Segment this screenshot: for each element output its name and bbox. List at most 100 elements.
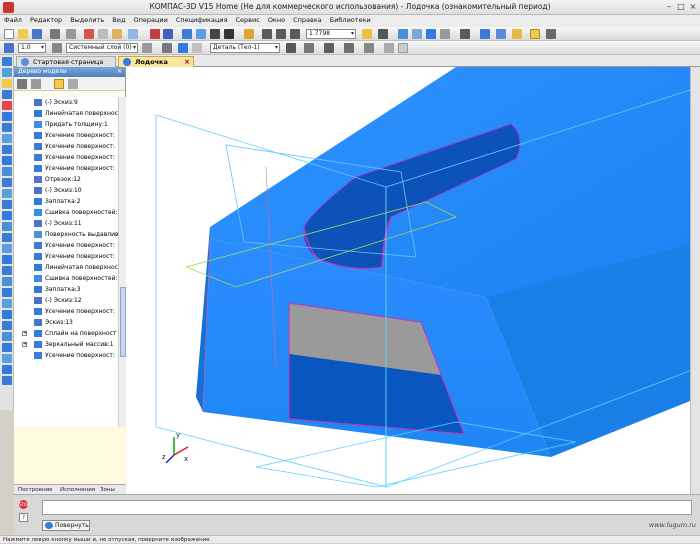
body-icon[interactable] (178, 43, 188, 53)
tree-item[interactable]: Усечение поверхност: (14, 306, 118, 317)
zoom-window-icon[interactable] (262, 29, 272, 39)
coordinate-system-icon[interactable] (4, 43, 14, 53)
model-viewport[interactable]: z y x (126, 67, 700, 494)
save-icon[interactable] (32, 29, 42, 39)
tree-item[interactable]: Линейчатая поверхност (14, 108, 118, 119)
menu-view[interactable]: Вид (108, 15, 129, 24)
cut-icon[interactable] (84, 29, 94, 39)
dimensions-icon[interactable] (2, 134, 12, 143)
chamfer-icon[interactable] (2, 365, 12, 374)
grid-icon[interactable] (398, 43, 408, 53)
tree-item[interactable]: + Зеркальный массив:1 (14, 339, 118, 350)
tree-item[interactable]: (-) Эскиз:11 (14, 218, 118, 229)
tree-order-icon[interactable] (54, 79, 64, 89)
variables-icon[interactable] (196, 29, 206, 39)
snap-icon[interactable] (496, 29, 506, 39)
part-color-icon[interactable] (192, 43, 202, 53)
loft-surface-icon[interactable] (2, 244, 12, 253)
menu-select[interactable]: Выделить (66, 15, 108, 24)
stop-icon[interactable]: STOP (19, 500, 30, 509)
tree-item[interactable]: (-) Эскиз:10 (14, 185, 118, 196)
auxiliary-geometry-icon[interactable] (2, 101, 12, 110)
tree-item[interactable]: Сшивка поверхностей:5 (14, 207, 118, 218)
menu-file[interactable]: Файл (0, 15, 26, 24)
layer-manager-icon[interactable] (142, 43, 152, 53)
tree-item[interactable]: Сшивка поверхностей:( (14, 273, 118, 284)
close-button[interactable]: × (688, 2, 698, 12)
tree-scrollbar[interactable] (118, 97, 126, 427)
thicken-tool-icon[interactable] (2, 332, 12, 341)
tree-item[interactable]: Поверхность выдавлив (14, 229, 118, 240)
extrude-surface-icon[interactable] (2, 211, 12, 220)
tree-item[interactable]: Придать толщину:1 (14, 119, 118, 130)
kinematic-surface-icon[interactable] (2, 233, 12, 242)
rotate-button[interactable]: Повернуть (42, 520, 90, 531)
tree-item[interactable]: Заплатка:2 (14, 196, 118, 207)
arrays-icon[interactable] (2, 145, 12, 154)
filters-icon[interactable] (2, 167, 12, 176)
wireframe-icon[interactable] (412, 29, 422, 39)
close-panel-icon[interactable]: ✕ (117, 67, 122, 77)
menu-service[interactable]: Сервис (232, 15, 264, 24)
trim-tool-icon[interactable] (2, 277, 12, 286)
open-file-icon[interactable] (18, 29, 28, 39)
menu-specification[interactable]: Спецификация (172, 15, 232, 24)
ruled-surface-icon[interactable] (2, 288, 12, 297)
menu-operations[interactable]: Операции (129, 15, 171, 24)
tab-lodochka[interactable]: Лодочка × (118, 56, 194, 67)
library-icon[interactable] (530, 29, 540, 39)
help-icon[interactable] (244, 29, 254, 39)
reports-icon[interactable] (2, 189, 12, 198)
pan-icon[interactable] (378, 29, 388, 39)
fillet-icon[interactable] (2, 354, 12, 363)
sphere-icon[interactable] (286, 43, 296, 53)
tree-options-icon[interactable] (68, 79, 78, 89)
preview-icon[interactable] (66, 29, 76, 39)
style-icon[interactable] (304, 43, 314, 53)
new-file-icon[interactable] (4, 29, 14, 39)
line-width-select[interactable]: 1.0 (18, 43, 46, 53)
paste-icon[interactable] (112, 29, 122, 39)
zoom-in-icon[interactable] (276, 29, 286, 39)
expand-icon[interactable]: + (22, 331, 27, 336)
state-icon[interactable] (162, 43, 172, 53)
tree-filter-icon[interactable] (31, 79, 41, 89)
props-icon[interactable] (384, 43, 394, 53)
menu-window[interactable]: Окно (264, 15, 289, 24)
zoom-select[interactable]: 1.7798 (306, 29, 356, 39)
mirror-tool-icon[interactable] (2, 343, 12, 352)
part-select[interactable]: Деталь (Тел-1) (210, 43, 280, 53)
tree-item[interactable]: Заплатка:3 (14, 284, 118, 295)
tree-item[interactable]: Усечение поверхност: (14, 152, 118, 163)
sketch-tool-icon[interactable] (2, 68, 12, 77)
properties-icon[interactable] (128, 29, 138, 39)
fill-icon[interactable] (344, 43, 354, 53)
spec-icon[interactable] (2, 178, 12, 187)
rotate-icon[interactable] (362, 29, 372, 39)
bucket-icon[interactable] (364, 43, 374, 53)
undo-icon[interactable] (150, 29, 160, 39)
tree-view-icon[interactable] (17, 79, 27, 89)
command-field[interactable] (42, 500, 692, 515)
tree-item[interactable]: Отрезок:12 (14, 174, 118, 185)
menu-edit[interactable]: Редактор (26, 15, 66, 24)
maximize-button[interactable]: □ (676, 2, 686, 12)
surface-ops-icon[interactable] (2, 200, 12, 209)
tree-item[interactable]: Линейчатая поверхност (14, 262, 118, 273)
tree-item[interactable]: Эскиз:13 (14, 317, 118, 328)
redo-icon[interactable] (163, 29, 173, 39)
menu-help[interactable]: Справка (289, 15, 326, 24)
tree-item[interactable]: + Сплайн на поверхност (14, 328, 118, 339)
split-surface-icon[interactable] (2, 321, 12, 330)
extend-surface-icon[interactable] (2, 310, 12, 319)
expand-icon[interactable]: + (22, 342, 27, 347)
tree-item[interactable]: Усечение поверхност: (14, 251, 118, 262)
measure-icon[interactable] (546, 29, 556, 39)
tree-item[interactable]: Усечение поверхност: (14, 130, 118, 141)
filter-icon[interactable] (480, 29, 490, 39)
hidden-lines-icon[interactable] (440, 29, 450, 39)
layer-icon[interactable] (52, 43, 62, 53)
orientation-icon[interactable] (398, 29, 408, 39)
pmi-icon[interactable] (2, 123, 12, 132)
minimize-button[interactable]: – (664, 2, 674, 12)
